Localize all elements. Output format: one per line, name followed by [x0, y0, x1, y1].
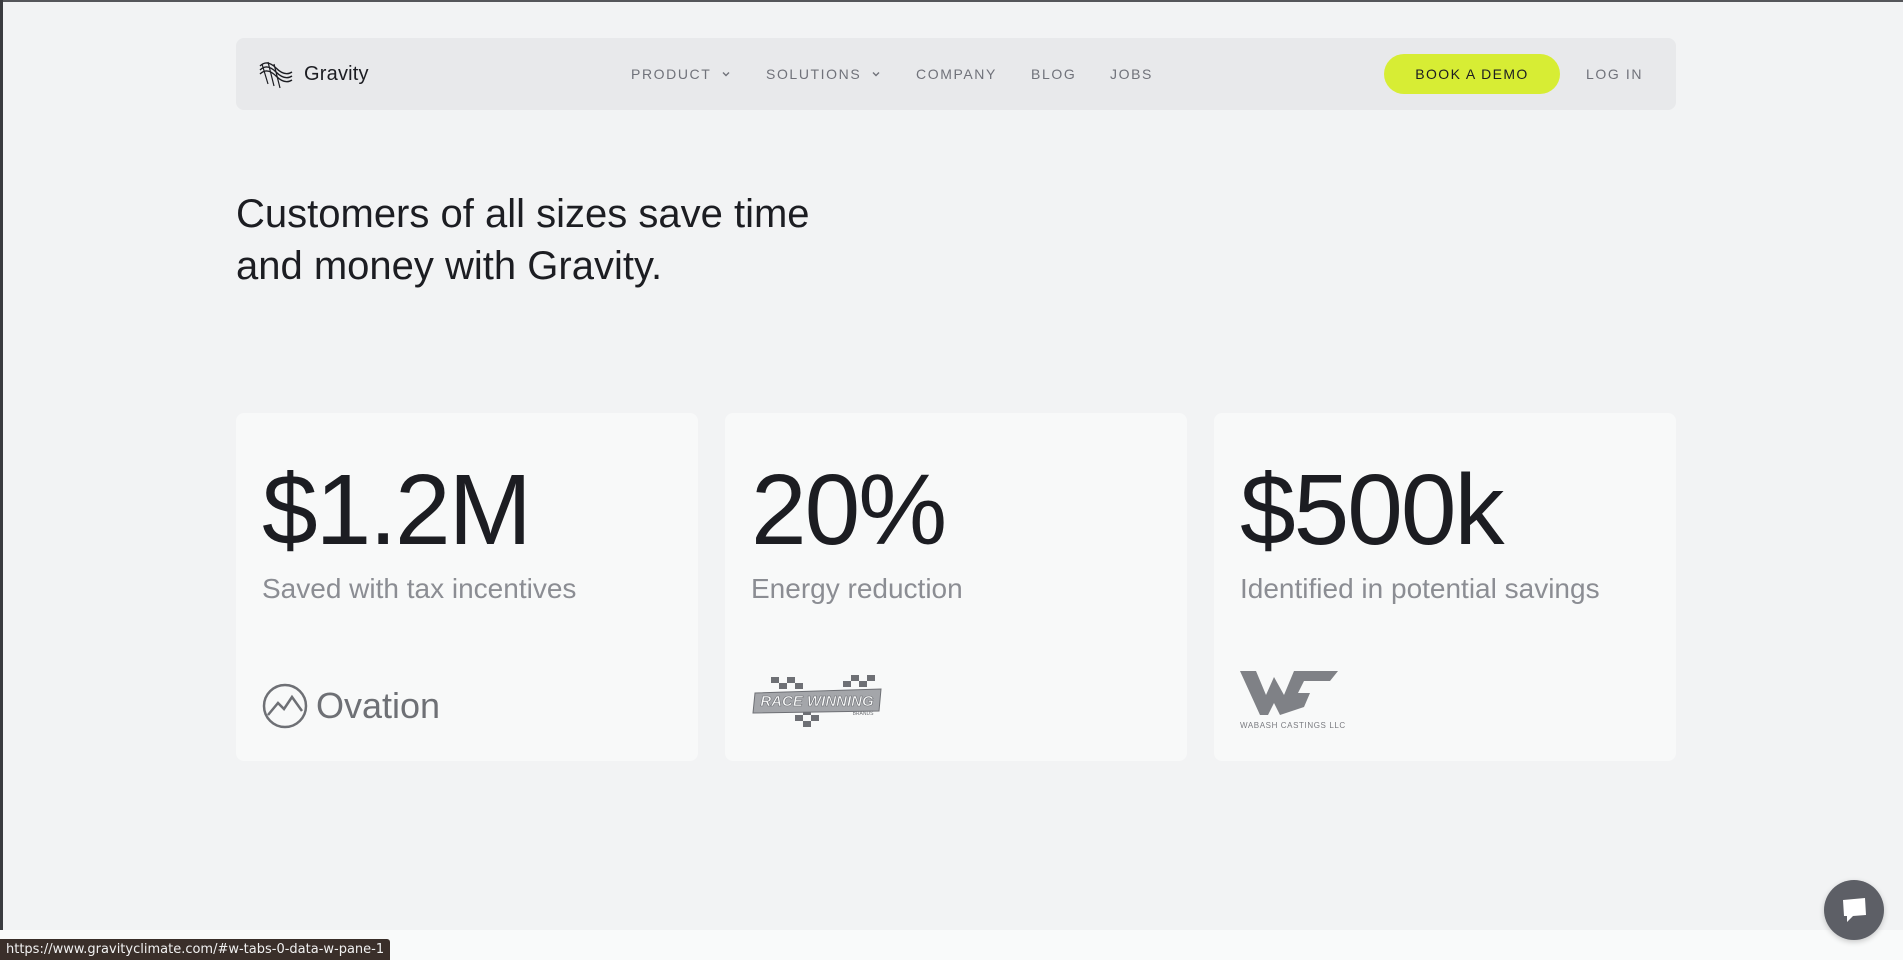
customer-logo-wabash: WABASH CASTINGS LLC — [1240, 671, 1346, 730]
race-winning-logo-subtext: BRANDS — [853, 711, 875, 717]
nav-item-solutions[interactable]: SOLUTIONS — [766, 66, 881, 82]
customer-logo-text: WABASH CASTINGS LLC — [1240, 721, 1346, 730]
mountain-circle-icon — [262, 683, 308, 729]
nav-item-label: COMPANY — [916, 66, 997, 82]
brand-logo-link[interactable]: Gravity — [258, 58, 369, 90]
hero-headline-line1: Customers of all sizes save time — [236, 192, 810, 236]
customer-logo-ovation: Ovation — [262, 683, 440, 729]
nav-item-company[interactable]: COMPANY — [916, 66, 997, 82]
case-study-card[interactable]: $500k Identified in potential savings WA… — [1214, 413, 1676, 761]
chevron-down-icon — [722, 72, 730, 77]
race-winning-logo-text: RACE WINNING — [760, 693, 874, 710]
nav-item-blog[interactable]: BLOG — [1031, 66, 1076, 82]
window-left-border — [0, 0, 3, 960]
customer-logo-race-winning: RACE WINNING BRANDS — [751, 671, 885, 733]
browser-status-url: https://www.gravityclimate.com/#w-tabs-0… — [0, 939, 391, 960]
stat-description: Energy reduction — [751, 573, 963, 604]
login-link[interactable]: LOG IN — [1586, 66, 1643, 82]
nav-item-jobs[interactable]: JOBS — [1110, 66, 1153, 82]
nav-item-product[interactable]: PRODUCT — [631, 66, 731, 82]
nav-item-label: JOBS — [1110, 66, 1153, 82]
chevron-down-icon — [872, 72, 880, 77]
nav-item-label: PRODUCT — [631, 66, 712, 82]
wabash-wc-logo-icon — [1240, 671, 1338, 715]
hero-headline-line2: and money with Gravity. — [236, 244, 663, 288]
chat-bubble-icon — [1843, 898, 1866, 922]
case-study-card[interactable]: $1.2M Saved with tax incentives Ovation — [236, 413, 698, 761]
nav-item-label: SOLUTIONS — [766, 66, 862, 82]
stat-value: $1.2M — [262, 454, 532, 566]
hero-headline: Customers of all sizes save time and mon… — [236, 188, 936, 292]
window-top-border — [0, 0, 1903, 2]
race-winning-logo-icon: RACE WINNING BRANDS — [752, 675, 882, 727]
stat-value: 20% — [751, 454, 947, 566]
stat-value: $500k — [1240, 454, 1504, 566]
brand-name: Gravity — [304, 62, 369, 85]
stat-description: Saved with tax incentives — [262, 573, 577, 604]
main-navbar: Gravity PRODUCT SOLUTIONS COMPANY BLOG J… — [236, 38, 1676, 110]
gravity-wave-icon — [259, 61, 293, 89]
book-demo-button[interactable]: BOOK A DEMO — [1384, 54, 1560, 94]
customer-logo-text: Ovation — [316, 685, 441, 726]
nav-item-label: BLOG — [1031, 66, 1077, 82]
chat-launcher-button[interactable] — [1824, 880, 1884, 940]
stat-description: Identified in potential savings — [1240, 573, 1600, 604]
case-study-card[interactable]: 20% Energy reduction RACE WINNING BRANDS — [725, 413, 1187, 761]
